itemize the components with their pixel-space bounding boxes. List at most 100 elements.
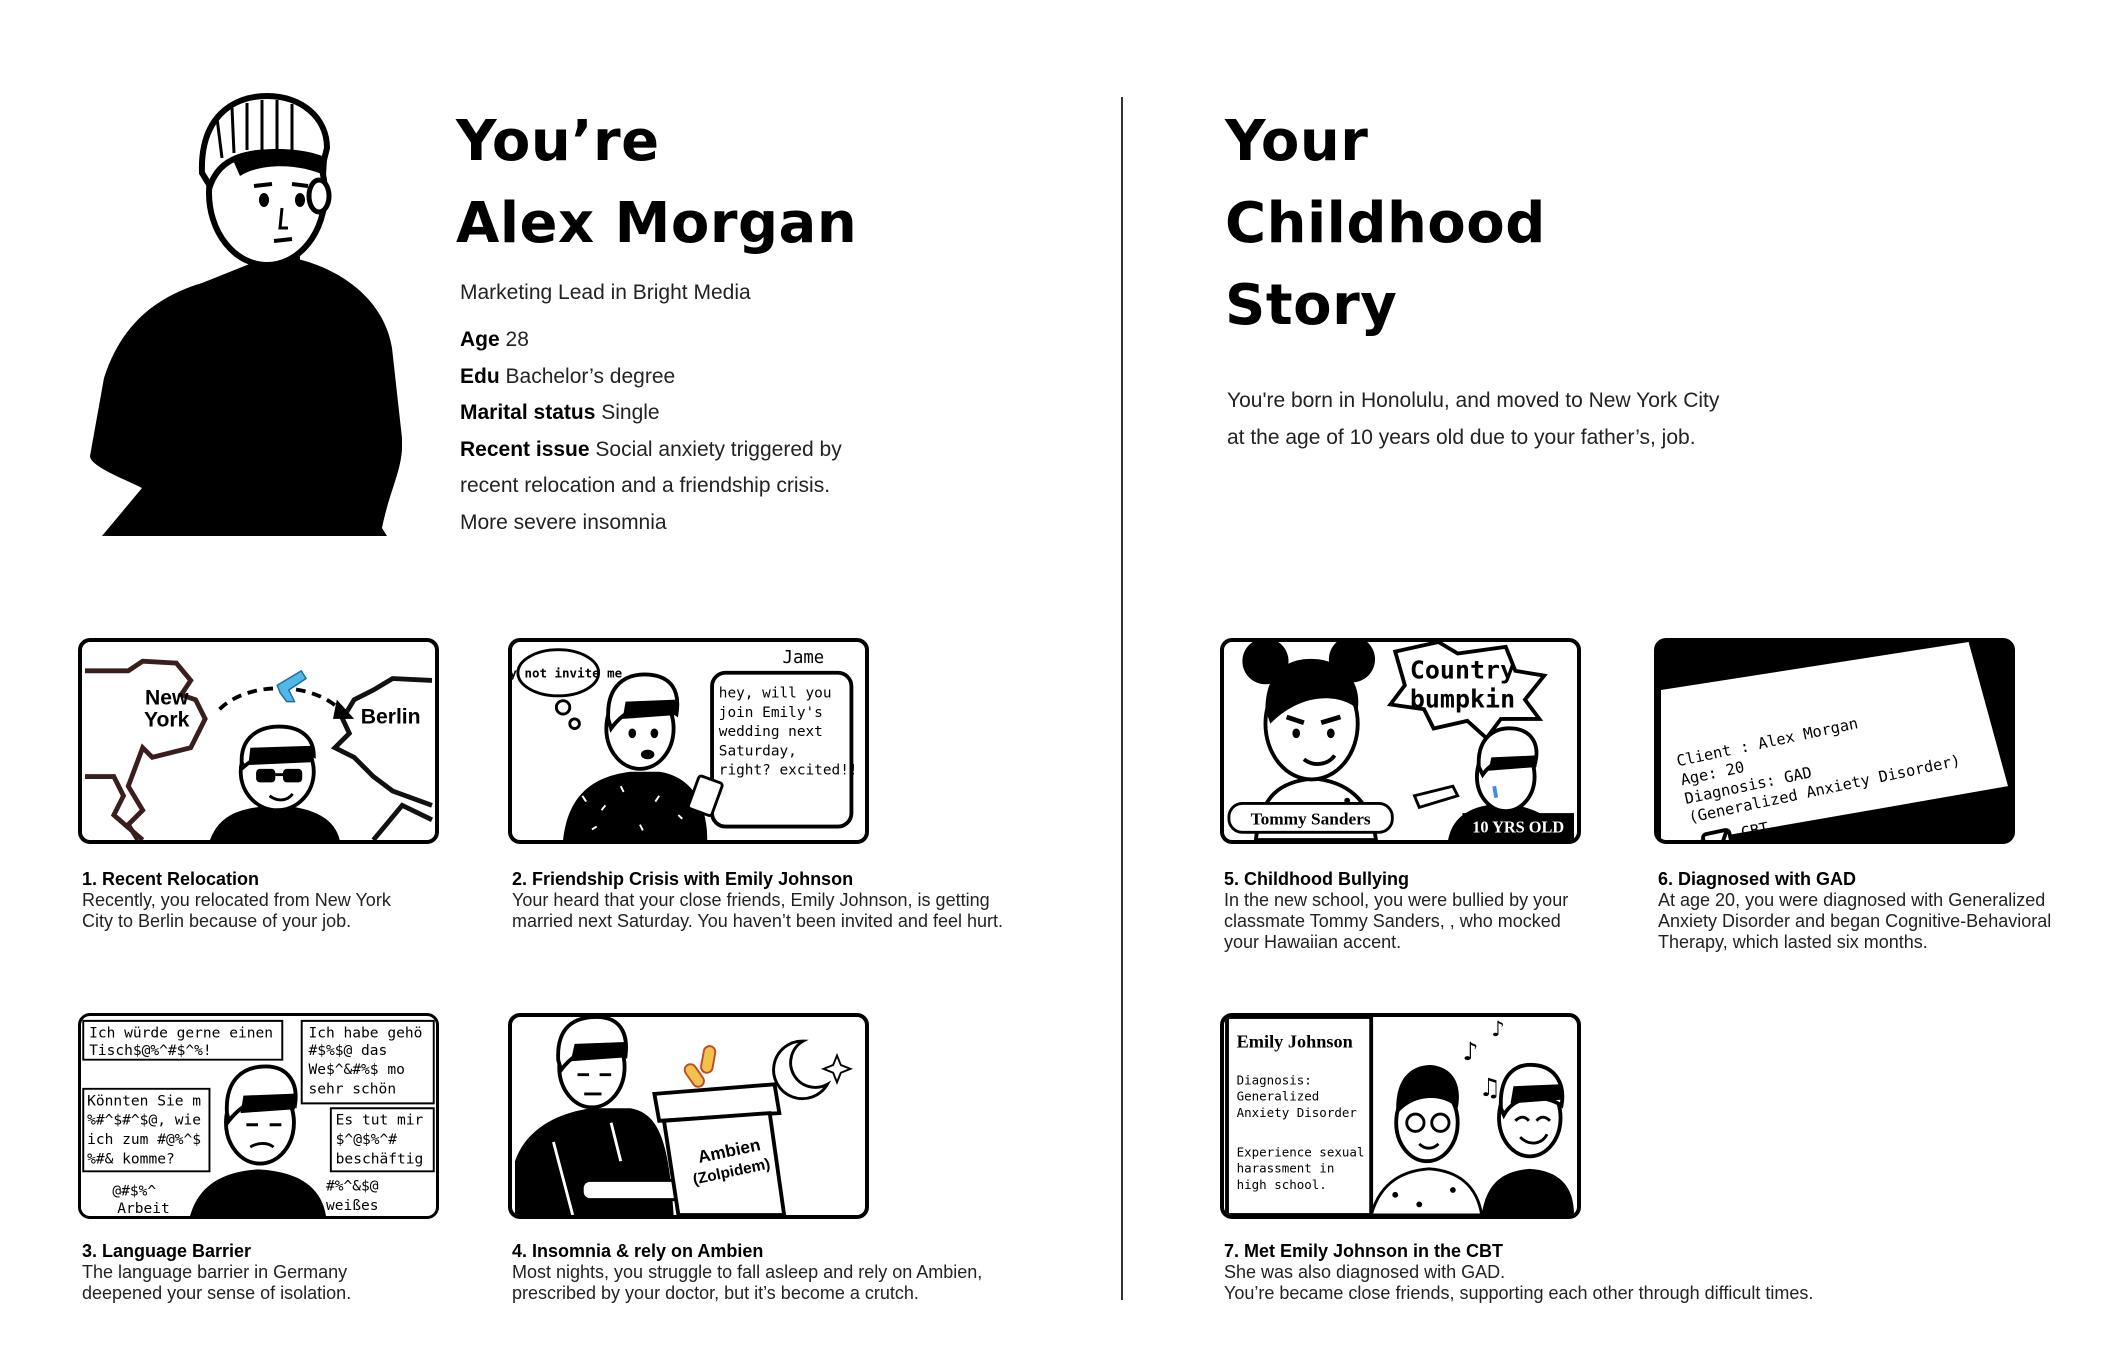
panel-language: Ich würde gerne einen Tisch$@%^#$^%! Ich…	[78, 1013, 439, 1219]
emily-card-name: Emily Johnson	[1237, 1032, 1353, 1052]
german-text-16: #%^&$@	[326, 1178, 379, 1195]
card-1-caption: 1. Recent Relocation Recently, you reloc…	[82, 868, 482, 932]
card-4-caption: 4. Insomnia & rely on Ambien Most nights…	[512, 1240, 1072, 1304]
card-6-caption: 6. Diagnosed with GAD At age 20, you wer…	[1658, 868, 2098, 953]
emily-card-line2: Generalized	[1237, 1089, 1320, 1104]
fact-age-label: Age	[460, 328, 500, 351]
phone-msg-2: join Emily's	[719, 705, 823, 721]
childhood-story: You're born in Honolulu, and moved to Ne…	[1227, 383, 1719, 456]
phone-msg-3: wedding next	[719, 724, 823, 740]
profile-portrait	[82, 58, 403, 538]
phone-msg-1: hey, will you	[719, 686, 832, 702]
music-note-2: ♫	[1479, 1073, 1501, 1102]
fact-edu: Edu Bachelor’s degree	[460, 359, 880, 396]
card-7-title: 7. Met Emily Johnson in the CBT	[1224, 1241, 1504, 1261]
childhood-title: Your Childhood Story	[1225, 101, 1546, 347]
card-6-line1: At age 20, you were diagnosed with Gener…	[1658, 890, 2046, 910]
fact-issue-line2: recent relocation and a friendship crisi…	[460, 474, 831, 497]
emily-card-line1: Diagnosis:	[1237, 1072, 1312, 1087]
card-6-line3: Therapy, which lasted six months.	[1658, 932, 1928, 952]
card-7-caption: 7. Met Emily Johnson in the CBT She was …	[1224, 1240, 2004, 1304]
fact-age: Age 28	[460, 322, 880, 359]
phone-msg-4: Saturday,	[719, 743, 797, 759]
card-6-line2: Anxiety Disorder and began Cognitive-Beh…	[1658, 911, 2052, 931]
card-2-line1: Your heard that your close friends, Emil…	[512, 890, 990, 910]
card-3-title: 3. Language Barrier	[82, 1241, 252, 1261]
card-6-title: 6. Diagnosed with GAD	[1658, 869, 1857, 889]
panel-diagnosis: Client : Alex Morgan Age: 20 Diagnosis: …	[1654, 638, 2015, 844]
emily-card-line5: harassment in	[1237, 1161, 1335, 1176]
card-7-line2: You’re became close friends, supporting …	[1224, 1283, 1814, 1303]
german-text-12: $^@$%^#	[336, 1131, 398, 1148]
german-text-7: Könnten Sie m	[87, 1092, 201, 1109]
panel-met-emily: Emily Johnson Diagnosis: Generalized Anx…	[1220, 1013, 1581, 1219]
map-city-b: Berlin	[361, 706, 421, 729]
card-5-caption: 5. Childhood Bullying In the new school,…	[1224, 868, 1624, 953]
fact-issue-label: Recent issue	[460, 437, 590, 461]
phone-sender: Jame	[783, 648, 825, 668]
panel-bullying: Country bumpkin Tommy Sanders 10 YRS OLD	[1220, 638, 1581, 844]
card-4-title: 4. Insomnia & rely on Ambien	[512, 1241, 764, 1261]
childhood-title-line1: Your	[1225, 109, 1369, 174]
card-2-title: 2. Friendship Crisis with Emily Johnson	[512, 869, 854, 889]
fact-edu-value: Bachelor’s degree	[505, 364, 676, 388]
german-text-10: %#& komme?	[87, 1151, 175, 1168]
card-7-line1: She was also diagnosed with GAD.	[1224, 1262, 1506, 1282]
card-3-line2: deepened your sense of isolation.	[82, 1283, 352, 1303]
fact-marital: Marital status Single	[460, 395, 880, 432]
map-city-a-line1: New	[145, 686, 189, 709]
childhood-story-line2: at the age of 10 years old due to your f…	[1227, 425, 1696, 449]
german-text-4: #$%$@ das	[309, 1042, 388, 1059]
bully-shout-1: Country	[1410, 656, 1515, 685]
german-text-2: Tisch$@%^#$^%!	[89, 1042, 212, 1059]
panel-insomnia: Ambien (Zolpidem)	[508, 1013, 869, 1219]
fact-edu-label: Edu	[460, 364, 500, 388]
bully-shout-2: bumpkin	[1410, 684, 1515, 713]
panel-relocation: New York Berlin	[78, 638, 439, 844]
map-city-a-line2: York	[144, 709, 190, 732]
page-divider	[1121, 97, 1123, 1300]
age-badge: 10 YRS OLD	[1472, 817, 1564, 836]
fact-issue: Recent issue Social anxiety triggered by	[460, 432, 880, 469]
profile-facts: Age 28 Edu Bachelor’s degree Marital sta…	[460, 322, 880, 541]
card-5-title: 5. Childhood Bullying	[1224, 869, 1409, 889]
card-4-line2: prescribed by your doctor, but it’s beco…	[512, 1283, 919, 1303]
german-text-9: ich zum #@%^$	[87, 1131, 201, 1148]
card-2-line2: married next Saturday. You haven’t been …	[512, 911, 1003, 931]
profile-title-line1: You’re	[456, 109, 660, 174]
emily-card-line3: Anxiety Disorder	[1237, 1105, 1358, 1120]
german-text-8: %#^$#^$@, wie	[87, 1112, 201, 1129]
fact-age-value: 28	[505, 328, 529, 351]
german-text-14: @#$%^	[112, 1183, 156, 1200]
childhood-title-line2: Childhood	[1225, 191, 1546, 256]
card-3-line1: The language barrier in Germany	[82, 1262, 348, 1282]
card-1-line1: Recently, you relocated from New York	[82, 890, 391, 910]
german-text-5: We$^&#%$ mo	[309, 1061, 405, 1078]
card-2-caption: 2. Friendship Crisis with Emily Johnson …	[512, 868, 1072, 932]
card-5-line2: classmate Tommy Sanders, , who mocked	[1224, 911, 1561, 931]
german-text-6: sehr schön	[309, 1081, 397, 1098]
profile-role: Marketing Lead in Bright Media	[460, 281, 751, 304]
fact-issue-line1: Social anxiety triggered by	[595, 437, 842, 461]
childhood-story-line1: You're born in Honolulu, and moved to Ne…	[1227, 389, 1720, 412]
card-4-line1: Most nights, you struggle to fall asleep…	[512, 1262, 983, 1282]
thought-bubble-text: Why not invite me	[512, 666, 622, 681]
german-text-3: Ich habe gehö	[309, 1024, 423, 1041]
childhood-title-line3: Story	[1225, 273, 1398, 338]
card-1-line2: City to Berlin because of your job.	[82, 911, 352, 931]
fact-marital-value: Single	[601, 401, 660, 424]
music-note-1: ♪	[1462, 1037, 1478, 1066]
phone-msg-5: right? excited!!	[719, 763, 858, 779]
bully-name-tag: Tommy Sanders	[1251, 810, 1371, 829]
profile-title: You’re Alex Morgan	[456, 101, 857, 265]
panel-friendship: Why not invite me Jame hey, will you joi…	[508, 638, 869, 844]
fact-issue-line3: More severe insomnia	[460, 510, 667, 534]
emily-card-line4: Experience sexual	[1237, 1144, 1365, 1159]
card-1-title: 1. Recent Relocation	[82, 869, 260, 889]
emily-card-line6: high school.	[1237, 1177, 1327, 1192]
german-text-15: Arbeit	[117, 1200, 170, 1216]
profile-title-line2: Alex Morgan	[456, 191, 858, 256]
card-5-line1: In the new school, you were bullied by y…	[1224, 890, 1569, 910]
music-note-3: ♪	[1491, 1017, 1504, 1041]
german-text-11: Es tut mir	[336, 1112, 424, 1129]
